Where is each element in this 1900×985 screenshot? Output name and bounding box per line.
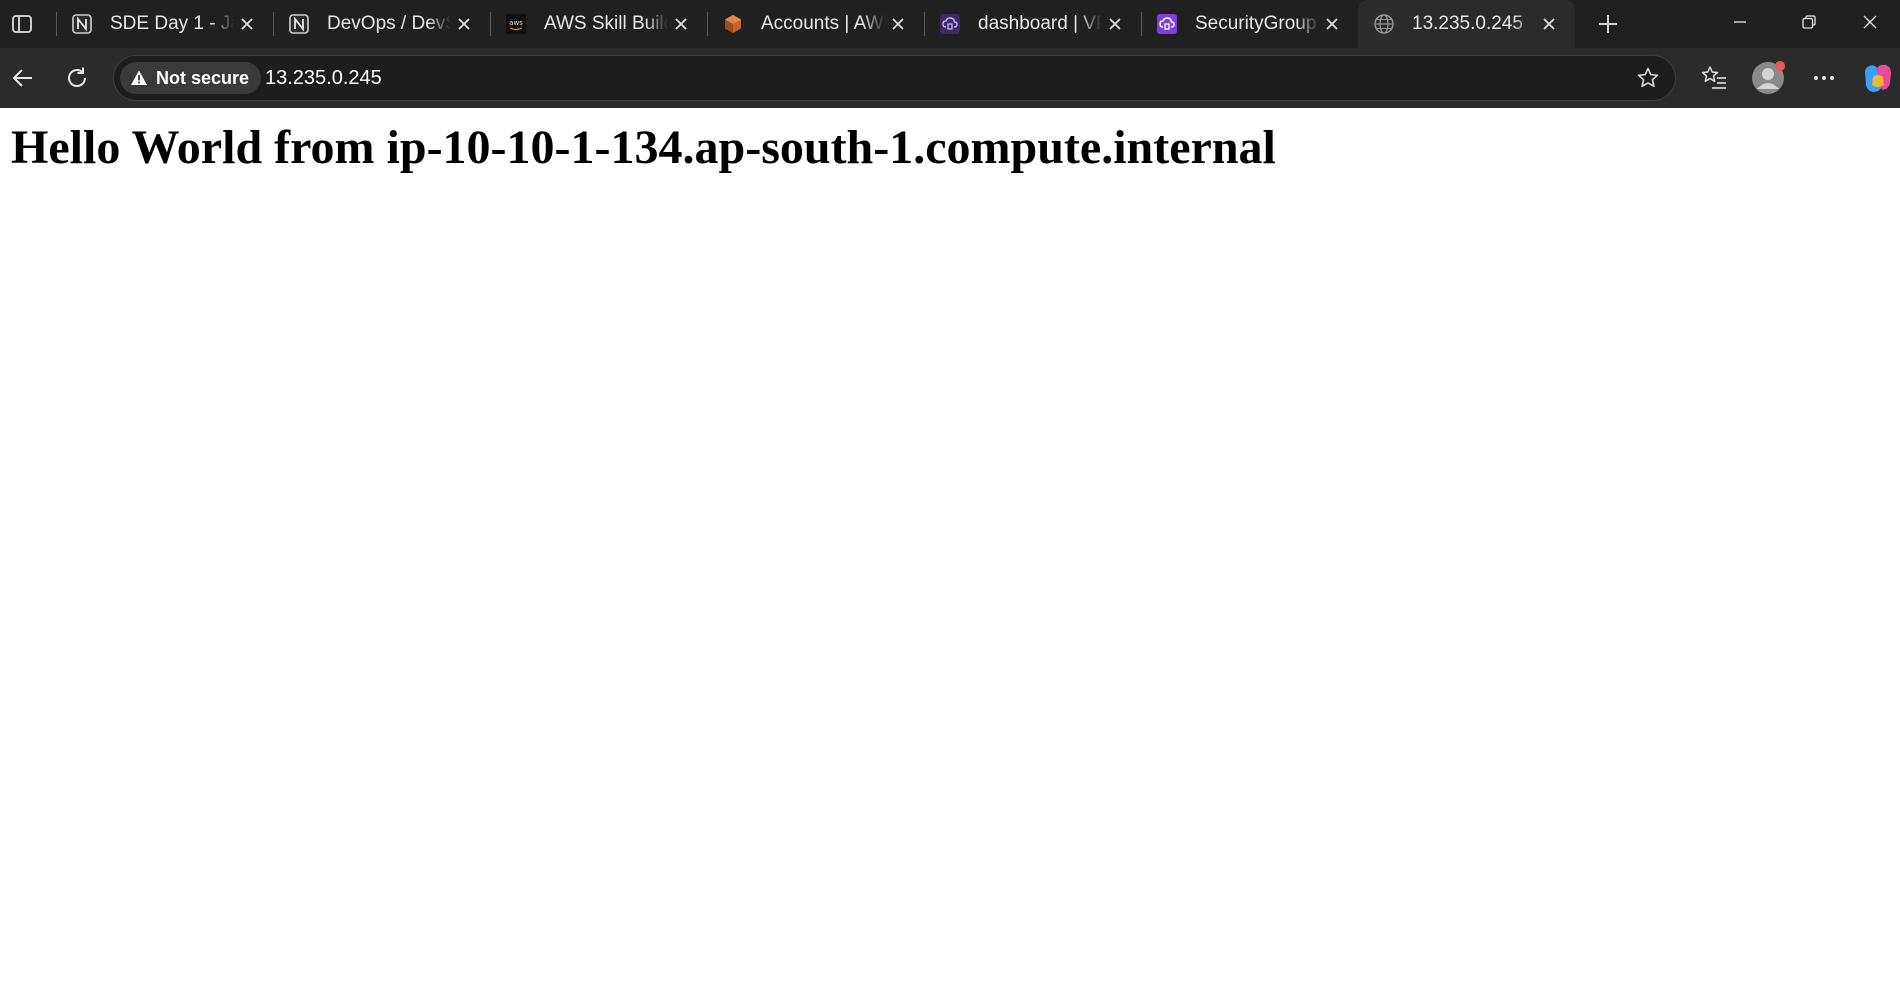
more-dots-icon [1814,76,1834,80]
favorites-button[interactable] [1694,58,1734,98]
tab-aws-skill-builder[interactable]: aws AWS Skill Builder [490,0,707,48]
close-tab-icon[interactable] [452,12,476,36]
close-tab-icon[interactable] [1320,12,1344,36]
close-icon [1863,15,1877,29]
vpc-icon [938,12,962,36]
favorites-list-icon [1701,66,1726,89]
tab-actions-button[interactable] [6,8,38,40]
tab-title: AWS Skill Builder [544,13,668,34]
toolbar: Not secure 13.235.0.245 [0,48,1900,108]
copilot-button[interactable] [1858,58,1898,98]
tab-devops[interactable]: DevOps / DevSecOps [273,0,490,48]
restore-icon [1802,15,1816,29]
vpc-icon [1155,12,1179,36]
close-tab-icon[interactable] [669,12,693,36]
close-tab-icon[interactable] [886,12,910,36]
avatar-icon [1752,61,1785,94]
tab-list: SDE Day 1 - Java DevOps / DevSecOps aws [56,0,1575,48]
site-info-button[interactable]: Not secure [120,62,262,94]
tab-actions-icon [12,15,32,33]
warning-icon [131,70,147,85]
close-tab-icon[interactable] [235,12,259,36]
tab-active-13-235-0-245[interactable]: 13.235.0.245 [1358,0,1575,48]
notion-icon [70,12,94,36]
notion-icon [287,12,311,36]
minimize-icon [1734,21,1746,23]
tab-security-group[interactable]: SecurityGroup | [1141,0,1358,48]
close-tab-icon[interactable] [1537,12,1561,36]
tab-title: SDE Day 1 - Java [110,13,234,34]
tab-title: SecurityGroup | [1195,13,1319,34]
tab-title: dashboard | VPC [978,13,1102,34]
browser-chrome: SDE Day 1 - Java DevOps / DevSecOps aws [0,0,1900,108]
back-arrow-icon [12,69,32,87]
star-icon [1637,67,1659,88]
svg-text:aws: aws [509,19,523,27]
globe-icon [1372,12,1396,36]
page-content: Hello World from ip-10-10-1-134.ap-south… [0,108,1900,985]
minimize-button[interactable] [1710,0,1770,44]
url-text[interactable]: 13.235.0.245 [265,56,382,100]
profile-button[interactable] [1748,58,1788,98]
copilot-icon [1865,64,1891,92]
refresh-icon [68,67,86,87]
tab-title: Accounts | AWS [761,13,885,34]
new-tab-button[interactable] [1592,8,1624,40]
security-label: Not secure [156,67,250,88]
tab-title: DevOps / DevSecOps [327,13,451,34]
restore-button[interactable] [1779,0,1839,44]
address-bar[interactable]: Not secure 13.235.0.245 [113,55,1676,101]
page-heading: Hello World from ip-10-10-1-134.ap-south… [11,121,1276,174]
plus-icon [1599,15,1617,33]
settings-more-button[interactable] [1804,58,1844,98]
close-tab-icon[interactable] [1103,12,1127,36]
tab-title: 13.235.0.245 [1412,13,1523,34]
refresh-button[interactable] [57,58,97,98]
close-window-button[interactable] [1840,0,1900,44]
add-favorite-button[interactable] [1630,60,1666,96]
tab-strip: SDE Day 1 - Java DevOps / DevSecOps aws [0,0,1900,48]
aws-icon: aws [504,12,528,36]
back-button[interactable] [3,58,43,98]
aws-cube-icon [721,12,745,36]
tab-accounts-aws[interactable]: Accounts | AWS [707,0,924,48]
tab-dashboard-vpc[interactable]: dashboard | VPC [924,0,1141,48]
tab-sde-day-1[interactable]: SDE Day 1 - Java [56,0,273,48]
